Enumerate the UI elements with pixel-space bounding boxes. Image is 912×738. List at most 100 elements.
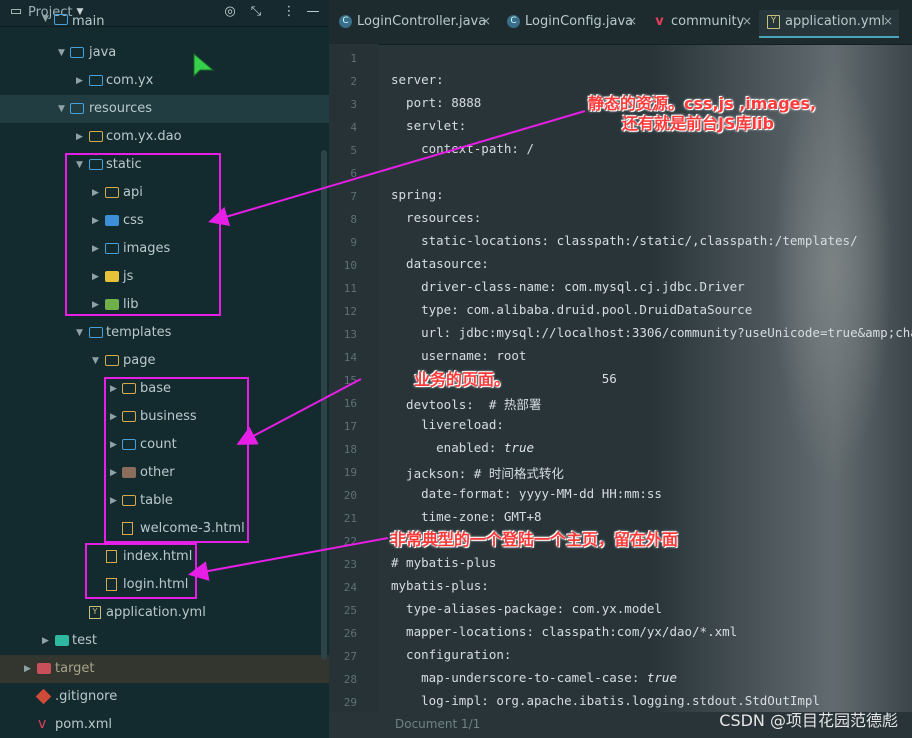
tree-item-application-yml[interactable]: Y application.yml [0,599,329,627]
line-number: 9 [350,236,357,249]
line-number-gutter: 1 2 3 4 5 6 7 8 9 10 11 12 13 14 15 16 17 18 19 20 21 22 23 24 2… [329,44,379,738]
code-line[interactable]: log-impl: org.apache.ibatis.logging.stdo… [391,693,820,708]
line-number: 16 [343,397,357,410]
code-line[interactable]: livereload: [391,417,504,432]
line-number: 19 [343,466,357,479]
code-line[interactable]: type: com.alibaba.druid.pool.DruidDataSo… [391,302,752,317]
tree-item-label: resources [89,101,153,116]
document-position: Document 1/1 [395,717,481,731]
java-class-icon: C [339,15,352,28]
folder-icon [54,14,68,25]
tree-item-label: test [72,633,97,648]
code-line[interactable]: devtools: # 热部署 [391,394,541,413]
tree-item-label: main [72,14,105,29]
code-line[interactable]: url: jdbc:mysql://localhost:3306/communi… [391,325,912,340]
maven-file-icon: v [38,716,47,732]
chevron-right-icon[interactable]: ▶ [42,634,52,648]
line-number: 17 [343,420,357,433]
code-line[interactable]: date-format: yyyy-MM-dd HH:mm:ss [391,486,662,501]
chevron-right-icon[interactable]: ▶ [76,74,86,88]
chevron-down-icon[interactable]: ▼ [58,46,68,60]
line-number: 18 [343,443,357,456]
folder-icon [37,663,51,674]
code-line[interactable]: server: [391,72,444,87]
chevron-down-icon[interactable]: ▼ [92,354,102,368]
code-line[interactable]: time-zone: GMT+8 [391,509,541,524]
tree-item-label: .gitignore [55,689,118,704]
line-number: 7 [350,190,357,203]
code-line[interactable]: port: 8888 [391,95,481,110]
tree-item-test[interactable]: ▶ test [0,627,329,655]
chevron-down-icon[interactable]: ▼ [76,326,86,340]
tree-item-page[interactable]: ▼ page [0,347,329,375]
tab-login-config[interactable]: C LoginConfig.java × [499,10,639,36]
chevron-down-icon[interactable]: ▼ [58,102,68,116]
line-number: 21 [343,512,357,525]
tree-item-label: pom.xml [55,717,112,732]
tree-item-label: com.yx.dao [106,129,182,144]
close-icon[interactable]: × [883,14,893,28]
code-line[interactable]: servlet: [391,118,466,133]
code-line[interactable]: spring: [391,187,444,202]
close-icon[interactable]: × [481,14,491,28]
chevron-right-icon[interactable]: ▶ [24,662,34,676]
csdn-watermark: CSDN @项目花园范德彪 [719,711,898,730]
code-line[interactable]: datasource: [391,256,489,271]
git-file-icon [35,688,52,705]
code-line[interactable]: map-underscore-to-camel-case: true [391,670,677,685]
code-line[interactable]: jackson: # 时间格式转化 [391,463,564,482]
code-line[interactable]: mybatis-plus: [391,578,489,593]
line-number: 20 [343,489,357,502]
tree-item-pom-xml[interactable]: v pom.xml [0,711,329,738]
tree-item-resources[interactable]: ▼ resources [0,95,329,123]
tab-application-yml[interactable]: Y application.yml × [759,10,899,38]
close-icon[interactable]: × [742,14,752,28]
tree-item-templates[interactable]: ▼ templates [0,319,329,347]
line-number: 1 [350,52,357,65]
tab-label: LoginController.java [357,14,487,29]
code-line[interactable]: mapper-locations: classpath:com/yx/dao/*… [391,624,737,639]
tree-item-main[interactable]: ▼ main [0,12,329,30]
line-number: 14 [343,351,357,364]
line-number: 23 [343,558,357,571]
code-line[interactable]: enabled: true [391,440,534,455]
boolean-value: true [646,670,677,685]
line-number: 3 [350,98,357,111]
code-line[interactable]: type-aliases-package: com.yx.model [391,601,662,616]
annotation-pages: 业务的页面。 [414,370,511,389]
code-line[interactable]: static-locations: classpath:/static/,cla… [391,233,858,248]
editor-tab-bar: C LoginController.java × C LoginConfig.j… [329,0,912,45]
tree-item-target[interactable]: ▶ target [0,655,329,683]
tab-label: application.yml [785,14,885,29]
tree-item-com-yx-dao[interactable]: ▶ com.yx.dao [0,123,329,151]
chevron-down-icon[interactable]: ▼ [42,12,52,26]
highlight-box-page-folders [104,377,249,543]
tree-item-java[interactable]: ▼ java [0,39,329,67]
project-panel: ▭ Project ▼ ◎ ⤡ ⋮ — ▼ main ▼ java ▶ com.… [0,0,329,738]
tree-item-gitignore[interactable]: .gitignore [0,683,329,711]
project-scrollbar[interactable] [321,150,327,660]
folder-icon [70,47,84,58]
close-icon[interactable]: × [627,14,637,28]
yaml-file-icon: Y [89,606,101,619]
tree-item-com-yx[interactable]: ▶ com.yx [0,67,329,95]
line-number: 10 [343,259,357,272]
folder-icon [89,327,103,338]
chevron-right-icon[interactable]: ▶ [76,130,86,144]
code-line[interactable]: resources: [391,210,481,225]
folder-icon [70,103,84,114]
code-line[interactable]: # mybatis-plus [391,555,496,570]
code-line[interactable]: driver-class-name: com.mysql.cj.jdbc.Dri… [391,279,745,294]
folder-icon [55,635,69,646]
tab-community[interactable]: v community × [645,10,755,36]
line-number: 28 [343,673,357,686]
code-line[interactable]: context-path: / [391,141,534,156]
folder-icon [105,355,119,366]
code-line[interactable]: configuration: [391,647,511,662]
yaml-file-icon: Y [767,15,780,29]
tree-item-label: application.yml [106,605,206,620]
editor-background-figure [772,60,892,480]
tab-login-controller[interactable]: C LoginController.java × [331,10,493,36]
code-line[interactable]: username: root [391,348,526,363]
java-class-icon: C [507,15,520,28]
